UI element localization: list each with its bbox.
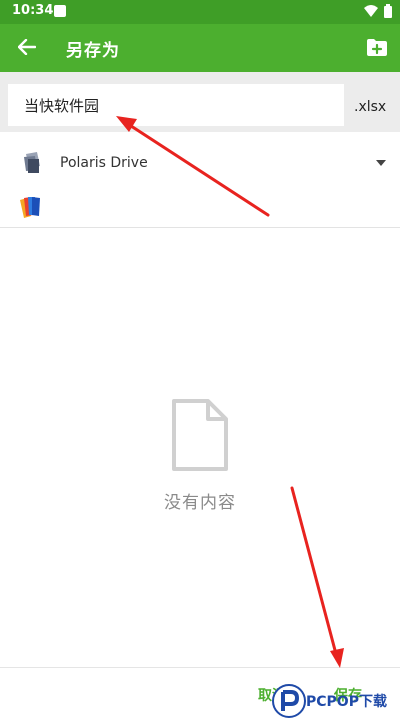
file-extension-label: .xlsx bbox=[354, 99, 387, 115]
filename-row: .xlsx bbox=[0, 72, 400, 132]
new-folder-icon bbox=[367, 38, 387, 56]
drive-selector[interactable]: Polaris Drive bbox=[0, 144, 400, 184]
dropdown-arrow-icon[interactable] bbox=[376, 160, 386, 166]
watermark-text: PCPOP下载 bbox=[306, 694, 387, 710]
drive-icon bbox=[24, 152, 40, 173]
watermark-logo-icon bbox=[272, 684, 306, 718]
empty-state-message: 没有内容 bbox=[164, 493, 236, 513]
new-folder-button[interactable] bbox=[364, 34, 390, 60]
filename-input[interactable] bbox=[8, 84, 344, 126]
watermark: PCPOP下载 bbox=[272, 684, 398, 718]
divider bbox=[0, 227, 400, 228]
notification-icon bbox=[54, 5, 66, 17]
status-time: 10:34 bbox=[12, 3, 54, 18]
status-bar: 10:34 bbox=[0, 0, 400, 24]
app-bar: 另存为 bbox=[0, 24, 400, 72]
back-button[interactable] bbox=[14, 34, 40, 60]
empty-file-icon bbox=[172, 399, 228, 471]
drive-name: Polaris Drive bbox=[60, 155, 148, 171]
wifi-icon bbox=[364, 5, 378, 17]
battery-icon bbox=[384, 4, 392, 18]
page-title: 另存为 bbox=[66, 41, 120, 61]
status-indicators bbox=[364, 4, 392, 18]
back-arrow-icon bbox=[18, 39, 36, 55]
app-logo-icon[interactable] bbox=[18, 194, 44, 220]
